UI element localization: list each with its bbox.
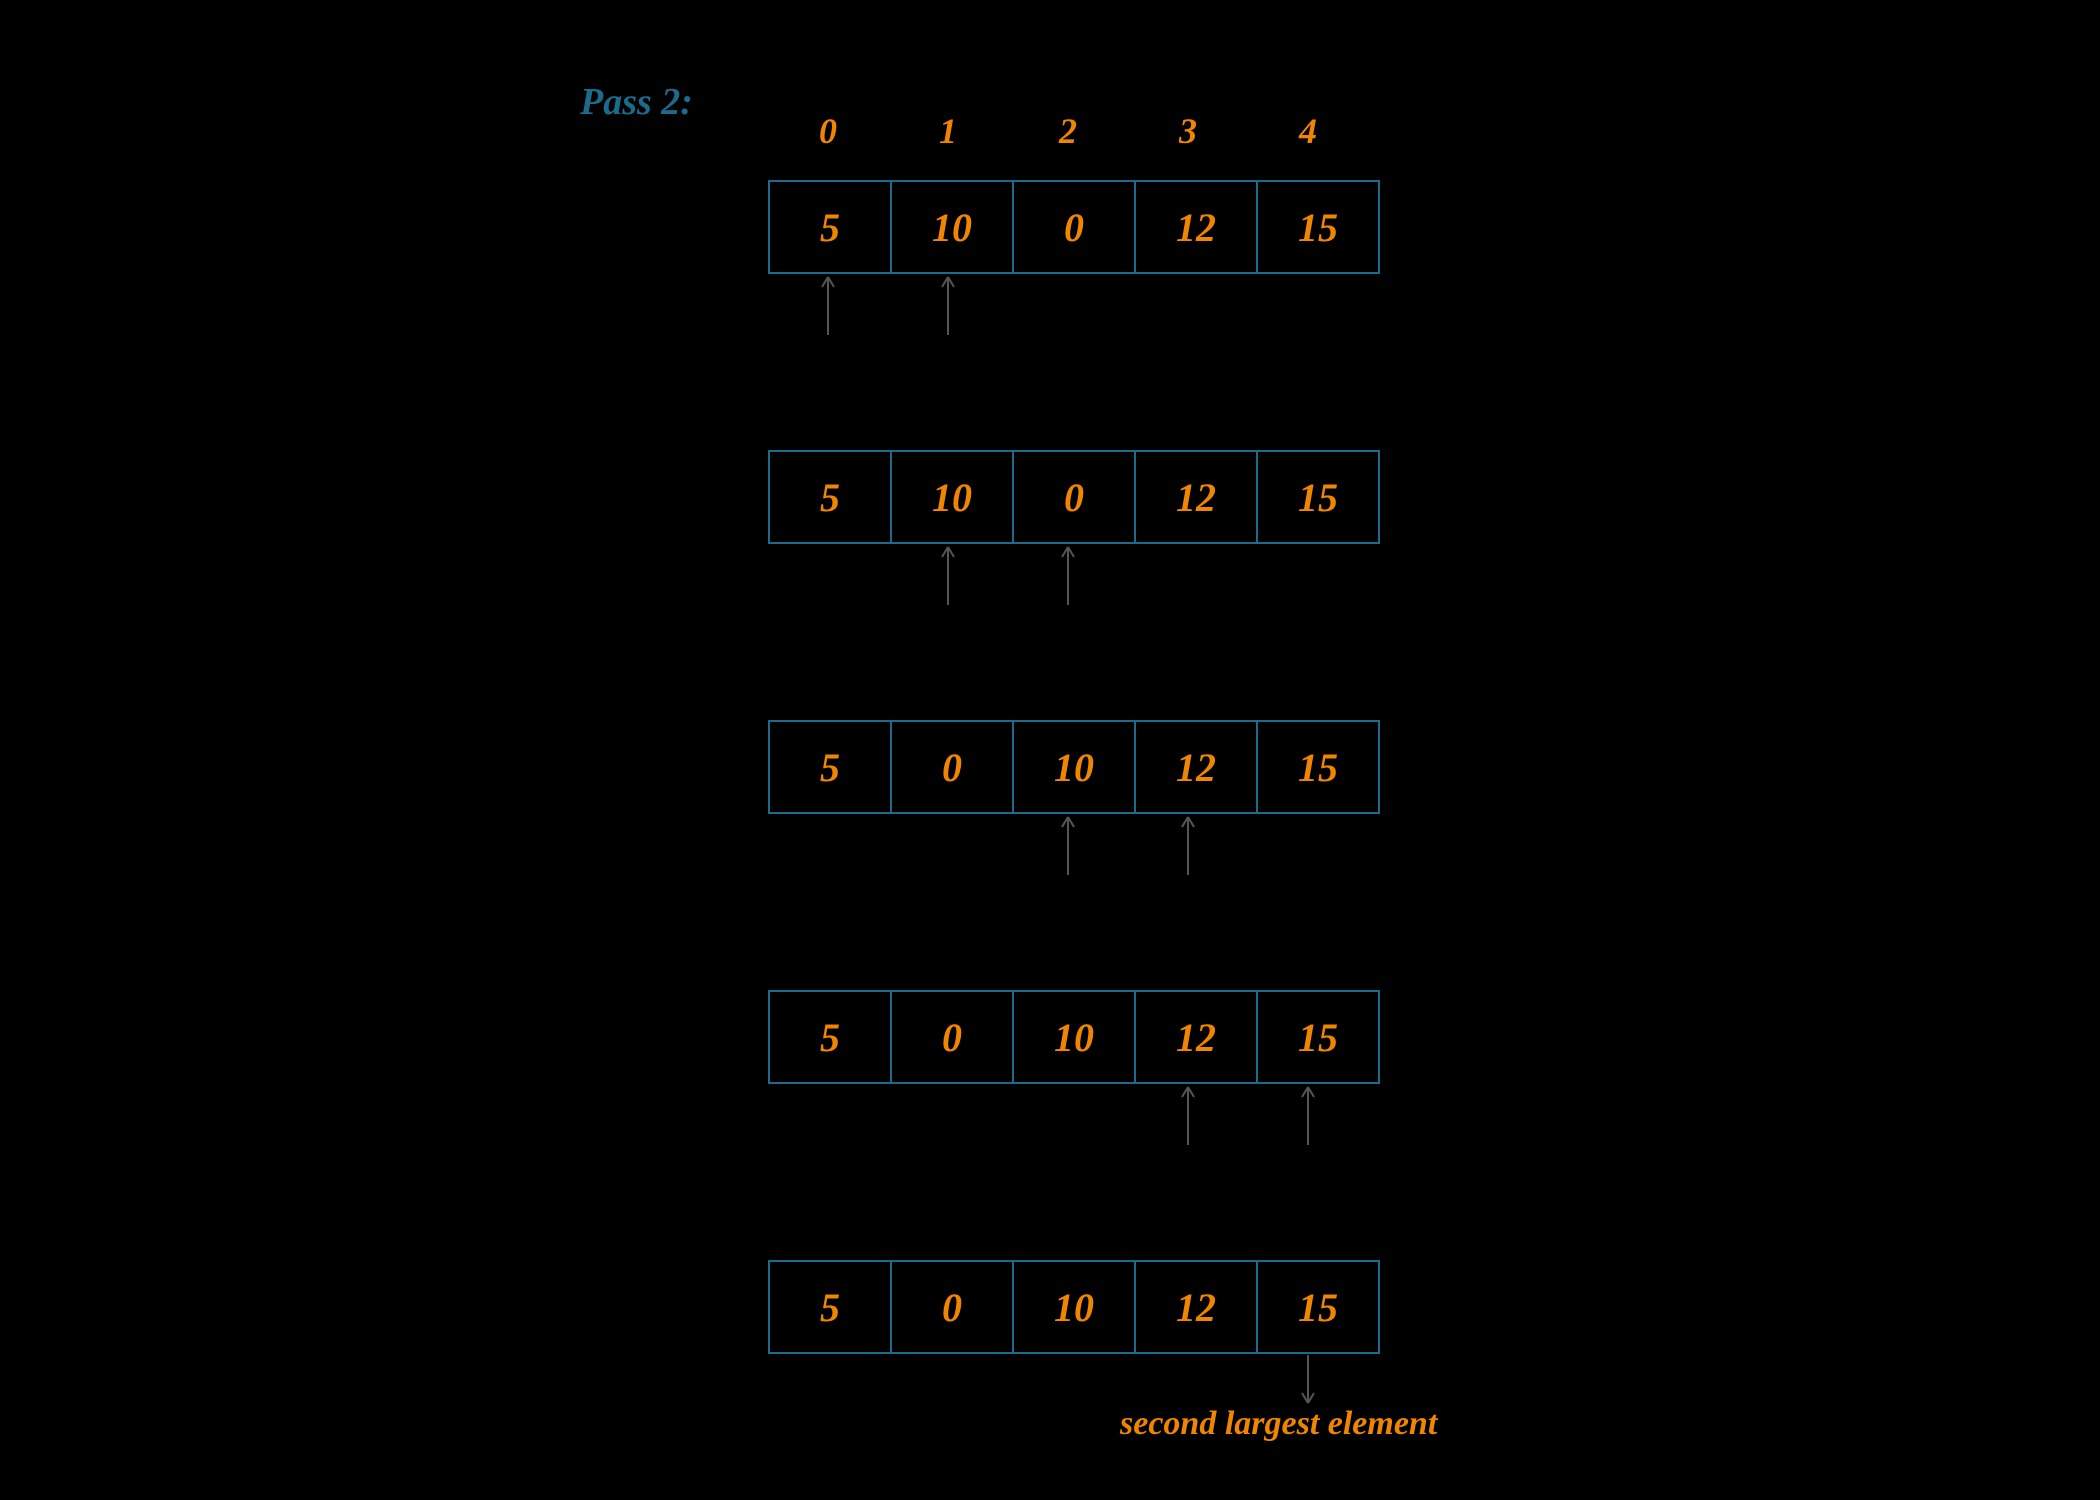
up-arrow-icon [938,545,958,605]
cell: 15 [1258,722,1378,812]
cell: 5 [770,992,892,1082]
up-arrow-icon [1298,1085,1318,1145]
up-arrow-icon [818,275,838,335]
up-arrow-icon [1058,815,1078,875]
up-arrow-icon [1058,545,1078,605]
arrow-row-3 [768,815,1368,875]
index-4: 4 [1248,110,1368,152]
cell: 0 [1014,452,1136,542]
cell: 0 [892,992,1014,1082]
cell: 15 [1258,182,1378,272]
pass-label: Pass 2: [580,80,693,124]
array-row-4: 5 0 10 12 15 [768,990,1380,1084]
diagram-stage: Pass 2: 0 1 2 3 4 5 10 0 12 15 5 10 0 12… [0,0,2100,1500]
cell: 10 [892,452,1014,542]
annotation-second-largest: second largest element [1120,1405,1437,1443]
index-2: 2 [1008,110,1128,152]
cell: 15 [1258,1262,1378,1352]
arrow-row-4 [768,1085,1368,1145]
up-arrow-icon [1178,1085,1198,1145]
array-row-3: 5 0 10 12 15 [768,720,1380,814]
cell: 10 [1014,992,1136,1082]
arrow-row-1 [768,275,1368,335]
array-row-1: 5 10 0 12 15 [768,180,1380,274]
cell: 15 [1258,452,1378,542]
cell: 10 [892,182,1014,272]
array-row-2: 5 10 0 12 15 [768,450,1380,544]
down-arrow-icon [1298,1355,1318,1405]
index-1: 1 [888,110,1008,152]
cell: 10 [1014,722,1136,812]
cell: 12 [1136,1262,1258,1352]
cell: 12 [1136,722,1258,812]
cell: 5 [770,182,892,272]
cell: 5 [770,722,892,812]
cell: 0 [892,722,1014,812]
index-3: 3 [1128,110,1248,152]
cell: 12 [1136,992,1258,1082]
up-arrow-icon [1178,815,1198,875]
cell: 10 [1014,1262,1136,1352]
cell: 5 [770,452,892,542]
index-0: 0 [768,110,888,152]
cell: 12 [1136,182,1258,272]
cell: 15 [1258,992,1378,1082]
cell: 0 [1014,182,1136,272]
cell: 5 [770,1262,892,1352]
arrow-row-5 [768,1355,1368,1405]
arrow-row-2 [768,545,1368,605]
index-row: 0 1 2 3 4 [768,110,1368,152]
up-arrow-icon [938,275,958,335]
cell: 12 [1136,452,1258,542]
cell: 0 [892,1262,1014,1352]
array-row-5: 5 0 10 12 15 [768,1260,1380,1354]
